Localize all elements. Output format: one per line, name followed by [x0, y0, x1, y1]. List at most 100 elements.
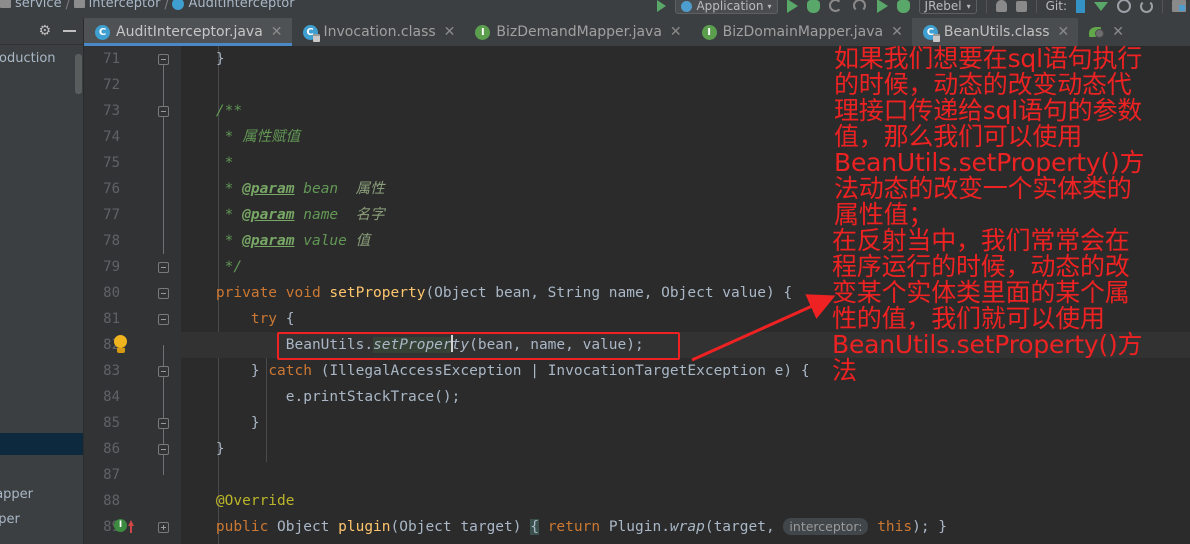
line-number: 73: [103, 103, 120, 119]
git-label: Git:: [1045, 0, 1067, 13]
gear-icon[interactable]: ⚙: [38, 24, 51, 38]
project-tree-item[interactable]: Mapper: [0, 487, 33, 502]
project-tree-selected-row[interactable]: [0, 433, 84, 455]
screen-icon[interactable]: [1172, 0, 1186, 12]
profile-icon[interactable]: [852, 0, 868, 14]
fold-toggle[interactable]: [157, 46, 170, 72]
fold-toggle[interactable]: [157, 514, 170, 540]
line-number: 83: [103, 363, 120, 379]
tab-auditinterceptor-java[interactable]: C AuditInterceptor.java ✕: [84, 18, 292, 46]
tab-beanutils-class[interactable]: C BeanUtils.class ✕: [911, 18, 1079, 46]
minimize-icon[interactable]: [63, 30, 76, 32]
jrebel-label: JRebel: [924, 0, 962, 13]
close-icon[interactable]: ✕: [1112, 25, 1124, 39]
line-number: 80: [103, 285, 120, 301]
leaf-icon: [1089, 25, 1105, 39]
jrebel-selector[interactable]: JRebel ▾: [918, 0, 977, 14]
line-number: 85: [103, 415, 120, 431]
line-number: 74: [103, 129, 120, 145]
breadcrumb-separator: /: [164, 0, 169, 11]
interface-icon: I: [701, 24, 717, 40]
close-icon[interactable]: ✕: [670, 25, 682, 39]
interface-badge: I: [114, 519, 127, 532]
close-icon[interactable]: ✕: [1058, 25, 1070, 39]
code-line: }: [181, 441, 225, 457]
package-icon: [0, 0, 11, 8]
close-icon[interactable]: ✕: [271, 25, 283, 39]
breadcrumb-item-interceptor[interactable]: interceptor: [73, 0, 161, 11]
line-number: 84: [103, 389, 120, 405]
run-icon[interactable]: [786, 0, 798, 13]
close-icon[interactable]: ✕: [891, 25, 903, 39]
annotation-line: 程序运行的时候，动态的改: [832, 252, 1130, 281]
main-toolbar: service / interceptor / AuditInterceptor…: [0, 0, 1190, 18]
tab-label: Invocation.class: [323, 24, 436, 40]
fold-toggle[interactable]: [157, 358, 170, 384]
code-line: @Override: [181, 493, 295, 509]
annotation-line: 性的值，我们就可以使用: [832, 304, 1105, 333]
run-icon[interactable]: [657, 0, 667, 12]
line-number: 72: [103, 77, 120, 93]
annotation-line: 在反射当中，我们常常会在: [832, 226, 1130, 255]
breadcrumb: service / interceptor / AuditInterceptor: [0, 0, 295, 11]
debug-icon[interactable]: [806, 0, 820, 13]
tab-invocation-class[interactable]: C Invocation.class ✕: [291, 18, 465, 46]
project-panel-scrollbar[interactable]: [75, 54, 82, 94]
git-update-icon[interactable]: [1076, 0, 1085, 13]
fold-toggle[interactable]: [157, 306, 170, 332]
parameter-hint-inlay: interceptor:: [783, 518, 869, 535]
undo-icon[interactable]: [1140, 0, 1153, 13]
line-number: 76: [103, 181, 120, 197]
tab-bizdomainmapper-java[interactable]: I BizDomainMapper.java ✕: [690, 18, 912, 46]
breadcrumb-label: service: [15, 0, 62, 11]
intention-bulb-icon[interactable]: [114, 335, 128, 353]
code-line-89: public Object plugin(Object target) { re…: [181, 518, 948, 535]
git-history-icon[interactable]: [1117, 0, 1131, 13]
toolbar-divider: [1035, 0, 1037, 13]
breadcrumb-separator: /: [65, 0, 70, 11]
fold-toggle[interactable]: [157, 410, 170, 436]
ide-window: service / interceptor / AuditInterceptor…: [0, 0, 1190, 544]
code-line: } catch (IllegalAccessException | Invoca…: [181, 363, 810, 379]
stop-icon[interactable]: [1015, 0, 1027, 12]
class-icon: C: [302, 24, 320, 42]
code-line: }: [181, 415, 260, 431]
line-number: 81: [103, 311, 120, 327]
tab-label: BizDemandMapper.java: [496, 24, 662, 40]
git-commit-icon[interactable]: [1094, 1, 1108, 11]
project-tree-item[interactable]: pper: [0, 512, 20, 527]
fold-toggle[interactable]: [157, 98, 170, 124]
annotation-line: 值，那么我们可以使用: [834, 122, 1083, 151]
run-configuration-label: Application: [696, 0, 764, 13]
breadcrumb-label: AuditInterceptor: [188, 0, 295, 11]
rerun-icon[interactable]: [876, 0, 888, 13]
fold-toggle[interactable]: [157, 280, 170, 306]
tab-leaf-file[interactable]: ✕: [1078, 18, 1134, 46]
person-icon[interactable]: [995, 0, 1007, 12]
line-number: 88: [103, 493, 120, 509]
line-number: 87: [103, 467, 120, 483]
breadcrumb-label: interceptor: [88, 0, 161, 11]
tab-bizdemandmapper-java[interactable]: I BizDemandMapper.java ✕: [464, 18, 691, 46]
annotation-line: 的时候，动态的改变动态代: [834, 70, 1132, 99]
fold-toggle[interactable]: [157, 436, 170, 462]
tab-label: BizDomainMapper.java: [722, 24, 884, 40]
breadcrumb-item-auditinterceptor[interactable]: AuditInterceptor: [172, 0, 295, 11]
annotation-line: BeanUtils.setProperty()方: [832, 330, 1143, 359]
implements-method-marker-icon[interactable]: I: [114, 519, 134, 533]
toolbar-actions: Application ▾ JRebel ▾ Git:: [657, 0, 1190, 17]
project-tree-item[interactable]: \Production: [0, 51, 56, 66]
attach-debugger-icon[interactable]: [896, 0, 910, 13]
annotation-line: 变某个实体类里面的某个属: [832, 278, 1130, 307]
close-icon[interactable]: ✕: [444, 25, 456, 39]
run-configuration-selector[interactable]: Application ▾: [675, 0, 778, 14]
line-number: 86: [103, 441, 120, 457]
annotation-line: 如果我们想要在sql语句执行: [834, 44, 1143, 73]
fold-toggle[interactable]: [157, 254, 170, 280]
interface-icon: I: [475, 24, 491, 40]
chevron-down-icon: ▾: [966, 1, 971, 11]
breadcrumb-item-service[interactable]: service: [0, 0, 62, 11]
toolbar-divider: [985, 0, 987, 13]
run-with-coverage-icon[interactable]: [828, 0, 844, 14]
